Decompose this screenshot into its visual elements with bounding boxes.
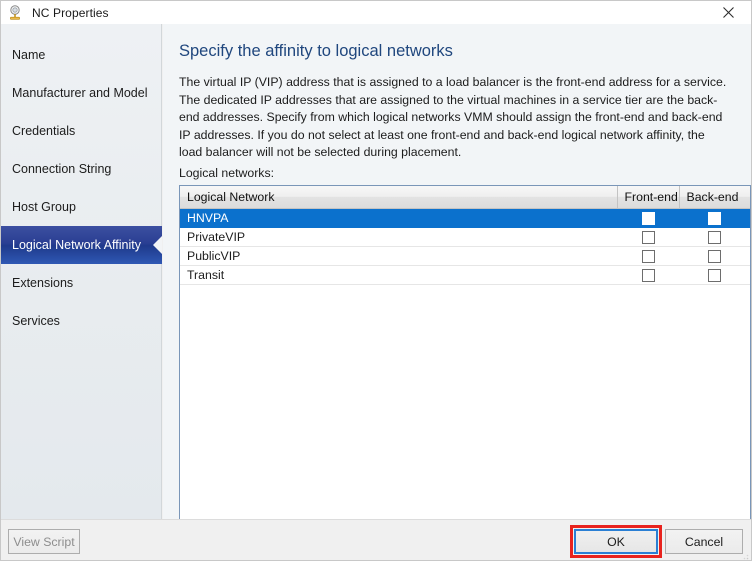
column-header-front-end[interactable]: Front-end — [617, 186, 679, 208]
back-end-checkbox[interactable] — [708, 212, 721, 225]
ok-button[interactable]: OK — [574, 529, 658, 554]
cell-back-end[interactable] — [679, 265, 750, 284]
cell-logical-network-name: PublicVIP — [180, 246, 617, 265]
cell-front-end[interactable] — [617, 208, 679, 227]
sidebar-item-services[interactable]: Services — [1, 302, 161, 340]
column-header-back-end[interactable]: Back-end — [679, 186, 750, 208]
sidebar-item-label: Credentials — [12, 124, 75, 138]
table-row[interactable]: PublicVIP — [180, 246, 750, 265]
cell-logical-network-name: Transit — [180, 265, 617, 284]
sidebar-item-host-group[interactable]: Host Group — [1, 188, 161, 226]
resize-grip-icon[interactable] — [739, 550, 749, 560]
back-end-checkbox[interactable] — [708, 231, 721, 244]
cell-back-end[interactable] — [679, 246, 750, 265]
sidebar-item-name[interactable]: Name — [1, 36, 161, 74]
logical-networks-label: Logical networks: — [179, 166, 274, 180]
sidebar-item-label: Host Group — [12, 200, 76, 214]
dialog-body: Name Manufacturer and Model Credentials … — [1, 24, 751, 519]
sidebar-item-label: Name — [12, 48, 45, 62]
dialog-footer: View Script OK Cancel — [1, 519, 751, 561]
title-bar: NC Properties — [1, 1, 751, 24]
front-end-checkbox[interactable] — [642, 231, 655, 244]
cell-logical-network-name: PrivateVIP — [180, 227, 617, 246]
cell-front-end[interactable] — [617, 265, 679, 284]
back-end-checkbox[interactable] — [708, 269, 721, 282]
table-row[interactable]: Transit — [180, 265, 750, 284]
sidebar-item-extensions[interactable]: Extensions — [1, 264, 161, 302]
cell-back-end[interactable] — [679, 227, 750, 246]
table-row[interactable]: PrivateVIP — [180, 227, 750, 246]
sidebar-item-credentials[interactable]: Credentials — [1, 112, 161, 150]
front-end-checkbox[interactable] — [642, 212, 655, 225]
sidebar-item-logical-network-affinity[interactable]: Logical Network Affinity — [1, 226, 162, 264]
nc-properties-dialog: NC Properties Name Manufacturer and Mode… — [0, 0, 752, 561]
window-title: NC Properties — [32, 6, 109, 20]
column-header-logical-network[interactable]: Logical Network — [180, 186, 617, 208]
sidebar-item-connection-string[interactable]: Connection String — [1, 150, 161, 188]
navigation-sidebar: Name Manufacturer and Model Credentials … — [1, 24, 162, 519]
view-script-button[interactable]: View Script — [8, 529, 80, 554]
sidebar-item-manufacturer-and-model[interactable]: Manufacturer and Model — [1, 74, 161, 112]
sidebar-item-label: Logical Network Affinity — [12, 238, 141, 252]
page-description: The virtual IP (VIP) address that is ass… — [179, 74, 727, 162]
server-properties-icon — [8, 5, 24, 21]
front-end-checkbox[interactable] — [642, 269, 655, 282]
sidebar-item-label: Manufacturer and Model — [12, 86, 148, 100]
main-panel: Specify the affinity to logical networks… — [163, 24, 751, 519]
sidebar-item-label: Services — [12, 314, 60, 328]
close-icon[interactable] — [706, 1, 751, 24]
cell-front-end[interactable] — [617, 227, 679, 246]
back-end-checkbox[interactable] — [708, 250, 721, 263]
selection-notch-icon — [153, 236, 162, 254]
sidebar-item-label: Connection String — [12, 162, 111, 176]
cell-front-end[interactable] — [617, 246, 679, 265]
page-title: Specify the affinity to logical networks — [179, 42, 453, 61]
front-end-checkbox[interactable] — [642, 250, 655, 263]
cancel-button[interactable]: Cancel — [665, 529, 743, 554]
table-row[interactable]: HNVPA — [180, 208, 750, 227]
logical-networks-table[interactable]: Logical Network Front-end Back-end HNVPA — [179, 185, 751, 529]
table-header-row: Logical Network Front-end Back-end — [180, 186, 750, 208]
cell-logical-network-name: HNVPA — [180, 208, 617, 227]
sidebar-item-label: Extensions — [12, 276, 73, 290]
cell-back-end[interactable] — [679, 208, 750, 227]
